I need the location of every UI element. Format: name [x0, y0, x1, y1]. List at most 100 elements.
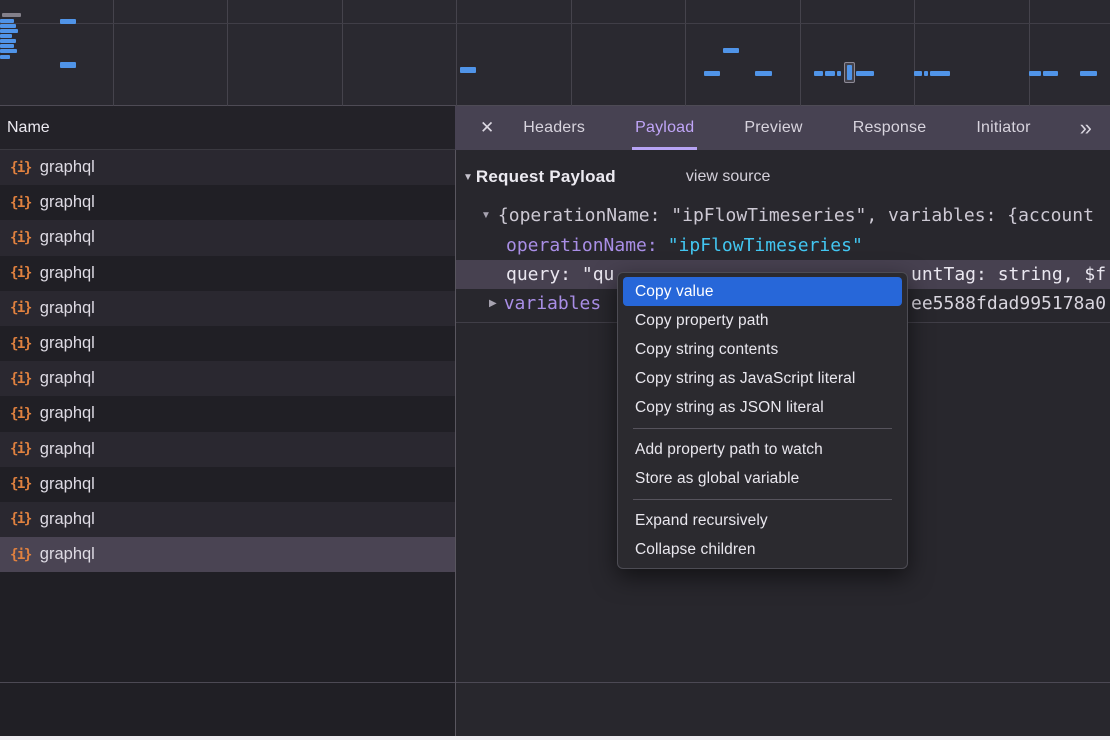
property-value: "ipFlowTimeseries": [668, 235, 863, 256]
timeline-gridline: [685, 0, 686, 106]
triangle-right-icon[interactable]: ▶: [489, 298, 497, 309]
triangle-down-icon[interactable]: ▼: [481, 210, 491, 221]
json-braces-icon: {i}: [10, 547, 31, 563]
request-name-label: graphql: [40, 510, 95, 529]
detail-tabbar: ✕ Headers Payload Preview Response Initiator…: [455, 106, 1110, 150]
request-name-label: graphql: [40, 545, 95, 564]
json-braces-icon: {i}: [10, 230, 31, 246]
close-icon[interactable]: ✕: [480, 118, 494, 138]
window-bottom-edge: [0, 736, 1110, 740]
waterfall-bar: [0, 34, 12, 38]
timeline-gridline: [342, 0, 343, 106]
json-braces-icon: {i}: [10, 511, 31, 527]
context-menu-item[interactable]: Collapse children: [623, 535, 902, 564]
context-menu-divider: [633, 428, 892, 429]
request-name-label: graphql: [40, 334, 95, 353]
network-request-row[interactable]: {i} graphql: [0, 326, 455, 361]
timeline-gridline: [914, 0, 915, 106]
network-overview-timeline[interactable]: [0, 0, 1110, 106]
waterfall-bar: [924, 71, 928, 76]
network-request-row[interactable]: {i}graphql: [0, 396, 455, 431]
network-request-row[interactable]: {i} graphql: [0, 361, 455, 396]
waterfall-bar: [0, 55, 10, 59]
timeline-gridline: [456, 0, 457, 106]
waterfall-bar: [0, 24, 16, 28]
network-request-row[interactable]: {i} graphql: [0, 502, 455, 537]
chevron-double-right-icon[interactable]: »: [1080, 117, 1092, 139]
request-name-label: graphql: [40, 264, 95, 283]
context-menu: Copy valueCopy property pathCopy string …: [617, 272, 908, 569]
network-request-row[interactable]: {i} graphql: [0, 537, 455, 572]
property-value-continued: untTag: string, $f: [911, 260, 1106, 289]
context-menu-item[interactable]: Expand recursively: [623, 506, 902, 535]
waterfall-bar: [460, 67, 476, 73]
context-menu-item[interactable]: Copy property path: [623, 306, 902, 335]
waterfall-bar: [2, 13, 21, 17]
property-key: variables: [504, 293, 602, 314]
property-key: operationName:: [506, 235, 658, 256]
waterfall-bar: [837, 71, 841, 76]
context-menu-item[interactable]: Copy string as JSON literal: [623, 393, 902, 422]
tab-payload[interactable]: Payload: [632, 106, 697, 150]
payload-operationname-row[interactable]: operationName: "ipFlowTimeseries": [456, 231, 1110, 260]
json-braces-icon: {i}: [10, 441, 31, 457]
json-braces-icon: {i}: [10, 195, 31, 211]
tab-response[interactable]: Response: [850, 106, 930, 150]
timeline-hline: [0, 23, 1110, 24]
tab-preview[interactable]: Preview: [741, 106, 805, 150]
request-name-label: graphql: [40, 158, 95, 177]
request-name-label: graphql: [40, 193, 95, 212]
network-request-row[interactable]: {i} graphql: [0, 256, 455, 291]
json-braces-icon: {i}: [10, 160, 31, 176]
request-payload-header[interactable]: ▼ Request Payload view source: [456, 164, 770, 190]
waterfall-bar: [1029, 71, 1041, 76]
waterfall-bar: [0, 29, 18, 33]
network-request-row[interactable]: {i}graphql: [0, 467, 455, 502]
request-name-label: graphql: [40, 440, 95, 459]
network-request-row[interactable]: {i} graphql: [0, 150, 455, 185]
json-braces-icon: {i}: [10, 265, 31, 281]
tab-initiator[interactable]: Initiator: [973, 106, 1033, 150]
view-source-link[interactable]: view source: [686, 168, 770, 186]
payload-root-preview: {operationName: "ipFlowTimeseries", vari…: [498, 205, 1094, 226]
network-request-row[interactable]: {i}graphql: [0, 220, 455, 255]
timeline-gridline: [571, 0, 572, 106]
waterfall-bar: [930, 71, 950, 76]
waterfall-bar: [0, 39, 16, 43]
detail-tabs: Headers Payload Preview Response Initiator: [520, 106, 1077, 150]
context-menu-item[interactable]: Add property path to watch: [623, 435, 902, 464]
property-value-continued: ee5588fdad995178a0: [911, 289, 1106, 318]
timeline-gridline: [113, 0, 114, 106]
panel-split-divider[interactable]: [455, 150, 456, 736]
network-request-row[interactable]: {i} graphql: [0, 291, 455, 326]
waterfall-bar: [856, 71, 874, 76]
network-table-name-header[interactable]: Name: [0, 106, 455, 150]
network-request-row[interactable]: {i} graphql: [0, 432, 455, 467]
context-menu-item[interactable]: Copy value: [623, 277, 902, 306]
waterfall-bar: [0, 19, 14, 23]
timeline-gridline: [800, 0, 801, 106]
json-braces-icon: {i}: [10, 336, 31, 352]
waterfall-bar: [1080, 71, 1097, 76]
json-braces-icon: {i}: [10, 476, 31, 492]
request-payload-title: Request Payload: [476, 167, 616, 187]
request-name-label: graphql: [40, 299, 95, 318]
waterfall-bar: [825, 71, 835, 76]
network-request-row[interactable]: {i} graphql: [0, 185, 455, 220]
panel-bottom-divider: [0, 682, 1110, 683]
payload-root-row[interactable]: ▼ {operationName: "ipFlowTimeseries", va…: [456, 201, 1110, 230]
context-menu-item[interactable]: Store as global variable: [623, 464, 902, 493]
context-menu-item[interactable]: Copy string contents: [623, 335, 902, 364]
waterfall-bar: [704, 71, 720, 76]
json-braces-icon: {i}: [10, 300, 31, 316]
waterfall-bar: [60, 62, 76, 68]
context-menu-item[interactable]: Copy string as JavaScript literal: [623, 364, 902, 393]
network-request-list: {i} graphql {i} graphql {i} graphql {i} graphql…: [0, 150, 455, 736]
context-menu-divider: [633, 499, 892, 500]
tab-headers[interactable]: Headers: [520, 106, 588, 150]
json-braces-icon: {i}: [10, 371, 31, 387]
waterfall-bar: [0, 49, 17, 53]
waterfall-bar: [1043, 71, 1058, 76]
json-braces-icon: {i}: [10, 406, 31, 422]
request-name-label: graphql: [40, 369, 95, 388]
